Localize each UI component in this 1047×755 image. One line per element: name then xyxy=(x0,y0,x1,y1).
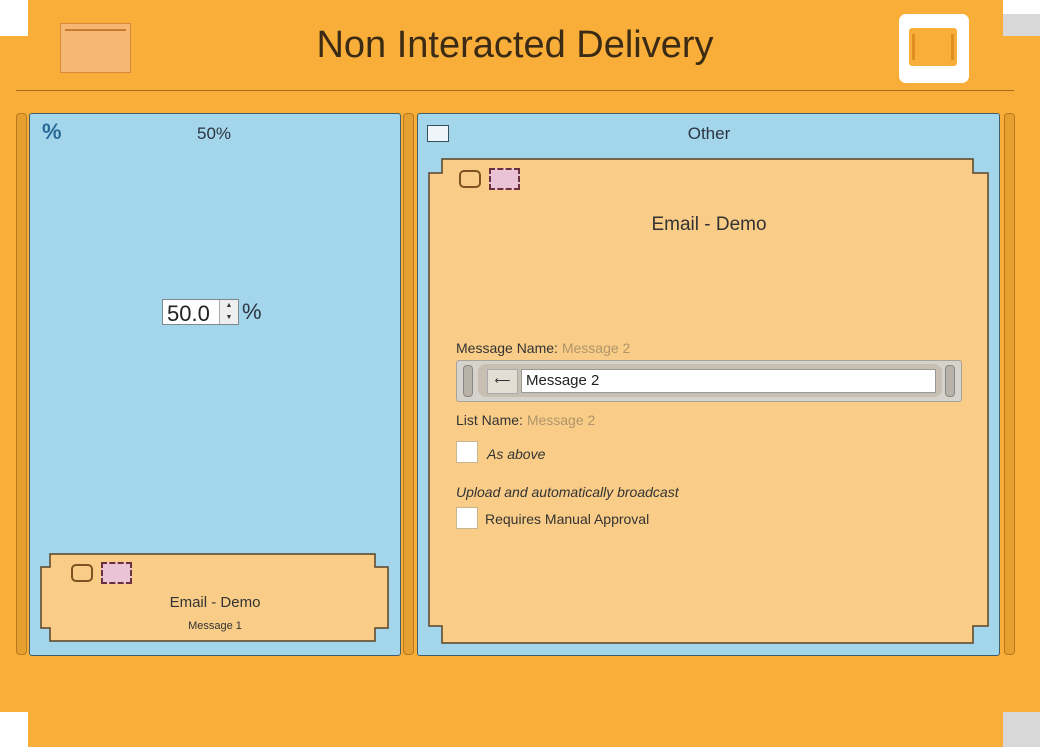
field-cap-right xyxy=(945,365,955,397)
upload-note: Upload and automatically broadcast xyxy=(456,484,679,500)
window-title: Non Interacted Delivery xyxy=(316,24,714,66)
right-card-tag-icon xyxy=(489,168,520,190)
list-name-label: List Name: xyxy=(456,412,523,428)
left-card-frame-icon xyxy=(71,564,93,582)
right-card-title: Email - Demo xyxy=(651,214,767,235)
panel-select-icon[interactable] xyxy=(427,125,449,142)
right-card-frame-icon xyxy=(459,170,481,188)
message-field-button[interactable]: ⟵ xyxy=(487,369,518,394)
title-divider xyxy=(16,90,1014,91)
left-card-title: Email - Demo xyxy=(169,594,261,611)
left-card-tag-icon xyxy=(101,562,132,584)
as-above-label: As above xyxy=(487,446,546,462)
list-name-value: Message 2 xyxy=(526,412,596,428)
field-cap-left xyxy=(463,365,473,397)
left-card-subtitle: Message 1 xyxy=(188,620,242,632)
spin-down-button[interactable]: ▼ xyxy=(220,312,238,324)
as-above-checkbox[interactable] xyxy=(456,441,478,463)
spinner-buttons: ▲ ▼ xyxy=(219,300,238,324)
message-name-input[interactable]: Message 2 xyxy=(521,369,936,393)
left-rail[interactable] xyxy=(16,113,27,655)
percent-unit: % xyxy=(242,299,262,324)
spinner-value[interactable]: 50.0 xyxy=(167,301,210,327)
folder-icon[interactable] xyxy=(60,23,131,73)
right-panel-header: Other xyxy=(687,124,731,143)
middle-rail[interactable] xyxy=(403,113,414,655)
list-name-row: List Name: Message 2 xyxy=(456,412,595,428)
right-rail[interactable] xyxy=(1004,113,1015,655)
left-panel-header: 50% xyxy=(196,124,232,143)
percent-spinner[interactable]: 50.0 ▲ ▼ xyxy=(162,299,239,327)
requires-approval-checkbox[interactable] xyxy=(456,507,478,529)
requires-approval-label: Requires Manual Approval xyxy=(485,511,650,527)
window-button-icon xyxy=(909,28,957,66)
window-button[interactable] xyxy=(899,14,969,83)
message-name-row: Message Name: Message 2 xyxy=(456,340,630,356)
message-name-value: Message 2 xyxy=(561,340,631,356)
percent-icon: % xyxy=(42,119,62,144)
message-name-label: Message Name: xyxy=(456,340,558,356)
